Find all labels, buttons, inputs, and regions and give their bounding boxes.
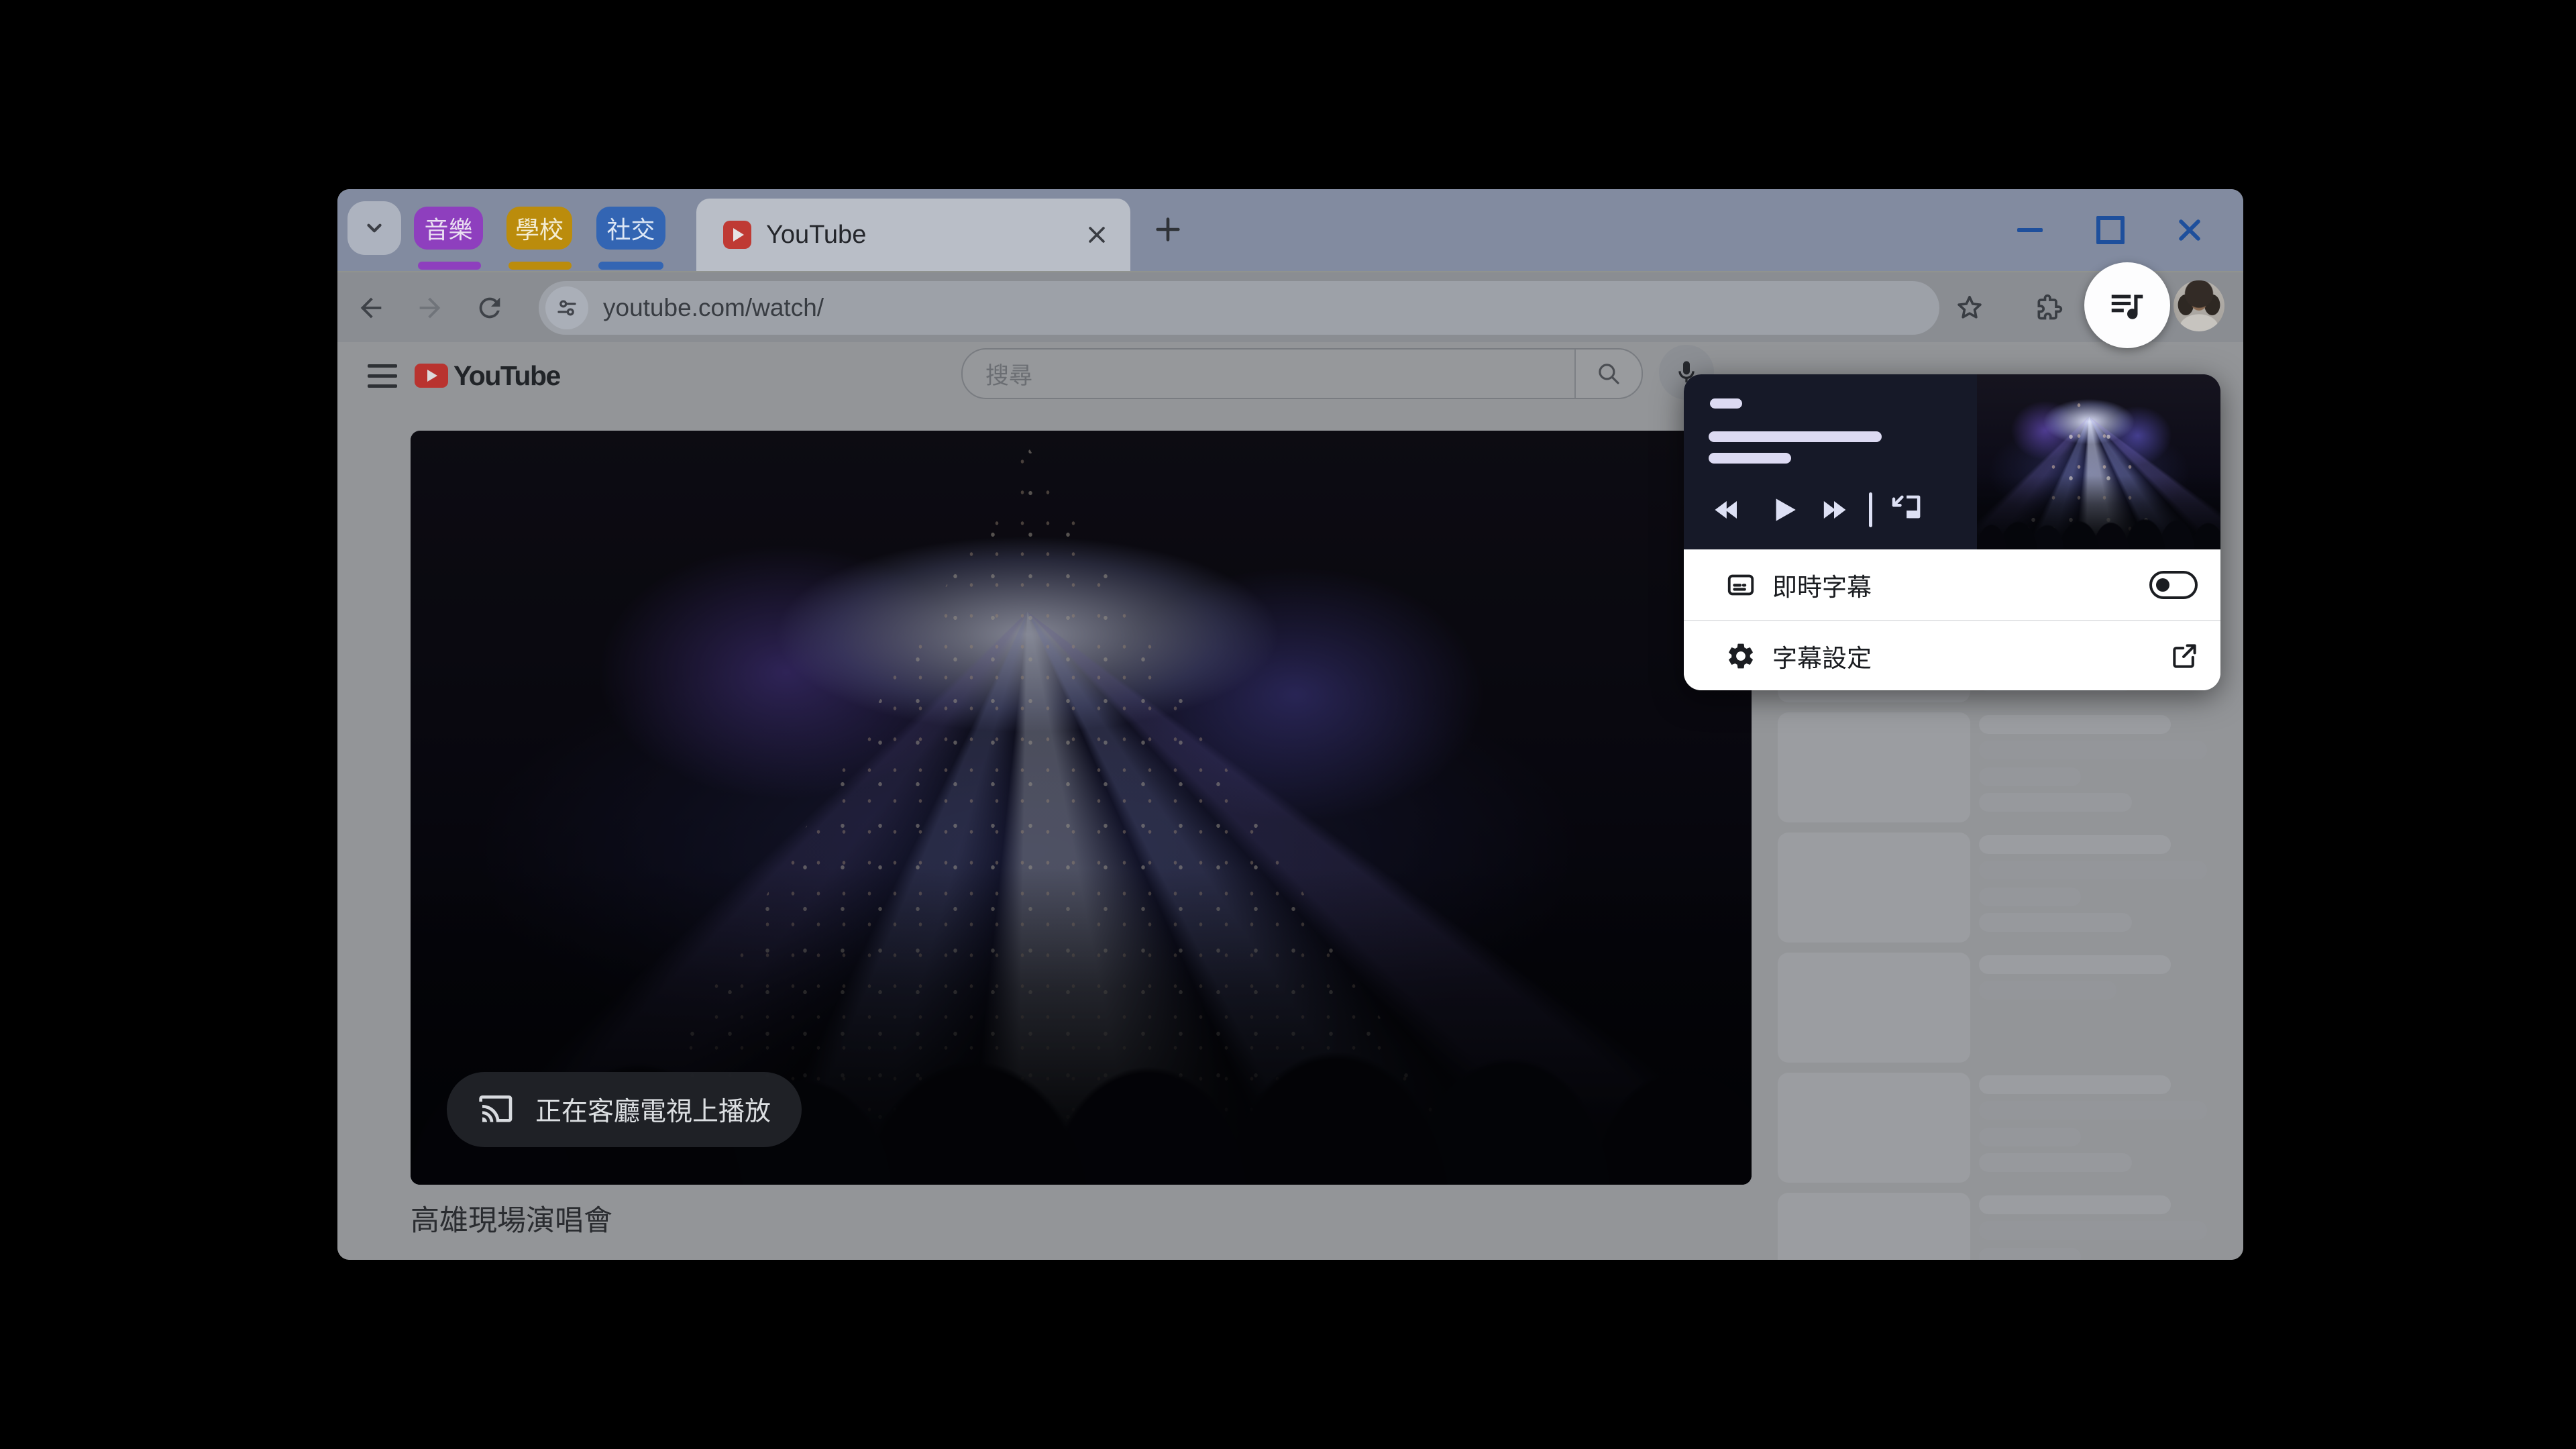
menu-hamburger-icon[interactable] (361, 354, 404, 397)
media-controls-toolbar-button[interactable] (2084, 262, 2170, 348)
search-button[interactable] (1574, 350, 1642, 398)
chevron-down-icon (363, 217, 386, 239)
minimize-icon (2017, 228, 2043, 232)
skeleton-thumbnail (1778, 953, 1970, 1063)
extensions-puzzle-icon[interactable] (2019, 272, 2078, 343)
tab-group-underline-music (418, 262, 481, 270)
live-caption-label: 即時字幕 (1772, 573, 1872, 601)
tab-strip: 音樂 學校 社交 YouTube (337, 189, 2243, 271)
tab-title: YouTube (766, 220, 867, 249)
close-icon (2175, 215, 2204, 245)
media-artist-placeholder (1709, 453, 1791, 464)
media-source-placeholder (1710, 398, 1742, 409)
youtube-favicon (723, 221, 751, 249)
window-close-button[interactable] (2159, 189, 2220, 271)
youtube-logo[interactable]: YouTube (415, 352, 561, 400)
open-in-new-icon (2169, 641, 2199, 671)
reload-button[interactable] (460, 272, 519, 343)
youtube-play-icon (415, 364, 448, 388)
tab-group-underline-social (598, 262, 663, 270)
tab-group-social[interactable]: 社交 (596, 207, 665, 250)
skeleton-thumbnail (1778, 1193, 1970, 1260)
suggestion-skeleton-item (1778, 1073, 2243, 1183)
queue-music-icon (2106, 284, 2148, 326)
address-bar[interactable]: youtube.com/watch/ (539, 281, 1939, 335)
next-track-button[interactable] (1815, 490, 1853, 530)
suggestion-skeleton-item (1778, 712, 2243, 822)
media-artwork-thumbnail (1977, 374, 2220, 549)
forward-button[interactable] (400, 272, 460, 343)
concert-artwork (1977, 374, 2220, 549)
browser-toolbar: youtube.com/watch/ (337, 271, 2243, 343)
video-title: 高雄現場演唱會 (411, 1205, 612, 1237)
search-bar[interactable]: 搜尋 (961, 348, 1643, 399)
skeleton-thumbnail (1778, 833, 1970, 943)
controls-divider (1869, 492, 1872, 527)
caption-settings-label: 字幕設定 (1772, 644, 1872, 672)
avatar[interactable] (2174, 280, 2224, 331)
gear-icon (1725, 641, 1756, 672)
skeleton-thumbnail (1778, 712, 1970, 822)
toggle-knob (2156, 578, 2169, 592)
media-controls-popup: 即時字幕 字幕設定 (1684, 374, 2220, 690)
tab-search-button[interactable] (347, 201, 401, 255)
cast-icon (478, 1091, 515, 1128)
tab-group-music[interactable]: 音樂 (414, 207, 483, 250)
media-title-placeholder (1709, 431, 1882, 442)
previous-track-button[interactable] (1709, 490, 1747, 530)
site-settings-icon[interactable] (545, 286, 588, 329)
skeleton-thumbnail (1778, 1073, 1970, 1183)
window-maximize-button[interactable] (2080, 189, 2141, 271)
play-button[interactable] (1763, 490, 1803, 530)
bookmark-star-icon[interactable] (1940, 272, 1999, 343)
desktop: 音樂 學校 社交 YouTube youtube.com/watch/ YouT… (0, 0, 2576, 1449)
browser-window: 音樂 學校 社交 YouTube youtube.com/watch/ YouT… (337, 189, 2243, 1260)
casting-status-pill: 正在客廳電視上播放 (447, 1072, 802, 1147)
tab-group-underline-school (508, 262, 572, 270)
live-caption-icon (1725, 570, 1756, 600)
casting-status-text: 正在客廳電視上播放 (535, 1097, 771, 1126)
maximize-icon (2096, 216, 2125, 244)
url-text: youtube.com/watch/ (603, 294, 824, 321)
suggestion-skeleton-item (1778, 1193, 2243, 1260)
video-player[interactable]: 正在客廳電視上播放 (411, 431, 1752, 1185)
youtube-logo-text: YouTube (453, 360, 561, 391)
search-icon (1595, 360, 1623, 388)
picture-in-picture-button[interactable] (1886, 490, 1925, 530)
suggestion-skeleton-item (1778, 953, 2243, 1063)
media-session-card (1684, 374, 2220, 549)
search-input[interactable]: 搜尋 (985, 357, 1574, 391)
tab-group-label: 社交 (606, 216, 655, 244)
tab-group-label: 學校 (515, 216, 564, 244)
tab-group-label: 音樂 (424, 216, 473, 244)
tab-close-icon[interactable] (1083, 221, 1110, 248)
tab-group-school[interactable]: 學校 (506, 207, 572, 250)
live-caption-toggle[interactable] (2149, 570, 2198, 599)
back-button[interactable] (341, 272, 400, 343)
window-minimize-button[interactable] (2000, 189, 2060, 271)
suggestion-skeleton-item (1778, 833, 2243, 943)
caption-settings-row[interactable]: 字幕設定 (1684, 621, 2220, 690)
new-tab-button[interactable] (1146, 208, 1189, 251)
active-tab-youtube[interactable]: YouTube (696, 199, 1130, 271)
live-caption-row[interactable]: 即時字幕 (1684, 549, 2220, 621)
